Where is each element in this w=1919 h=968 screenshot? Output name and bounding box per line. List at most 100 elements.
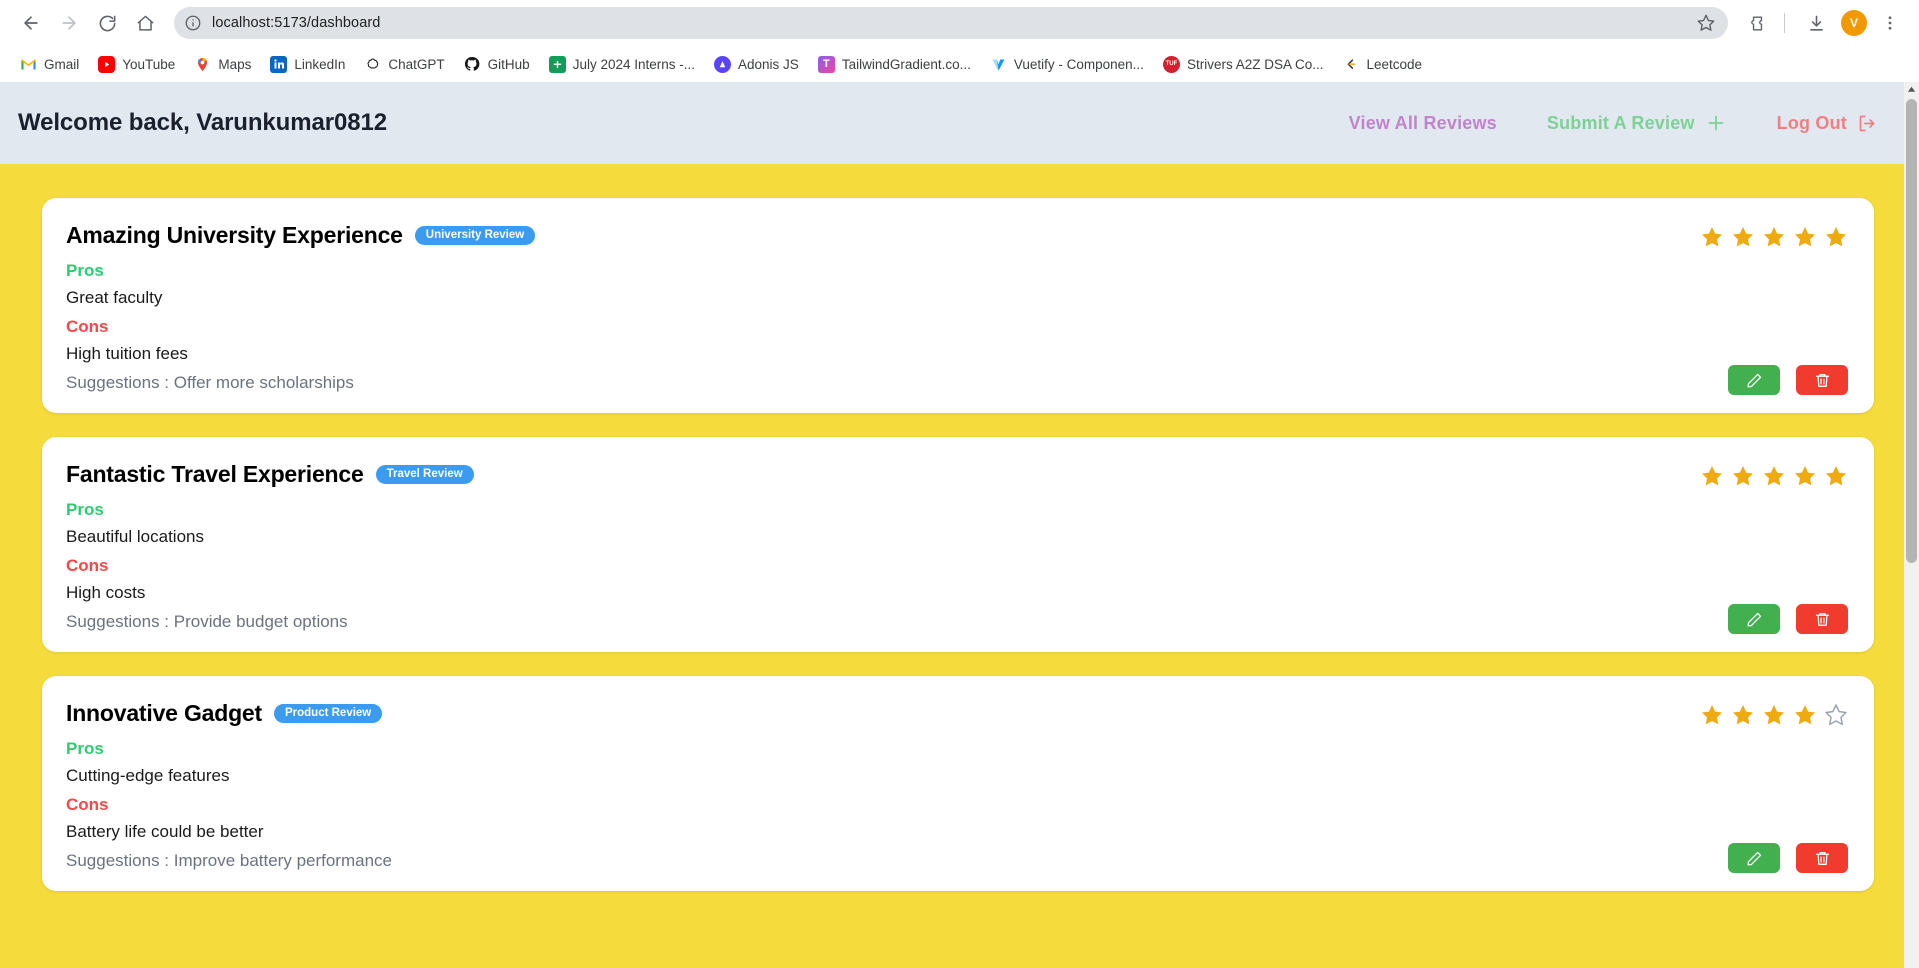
back-button[interactable] — [14, 6, 48, 40]
pros-text: Beautiful locations — [66, 527, 204, 546]
home-button[interactable] — [128, 6, 162, 40]
logout-label: Log Out — [1776, 112, 1847, 133]
google-sheets-icon — [548, 55, 566, 73]
bookmark-maps[interactable]: Maps — [186, 52, 259, 77]
gmail-icon — [20, 55, 37, 73]
star-filled-icon — [1700, 703, 1724, 727]
star-filled-icon — [1731, 225, 1755, 249]
bookmark-label: GitHub — [487, 56, 530, 72]
bookmark-strivers-a2z-dsa[interactable]: TUF Strivers A2Z DSA Co... — [1155, 52, 1332, 77]
bookmark-label: LinkedIn — [294, 56, 346, 72]
bookmark-tailwindgradient[interactable]: T TailwindGradient.co... — [810, 52, 979, 77]
review-card: Amazing University Experience University… — [42, 198, 1874, 413]
rating-stars — [1700, 222, 1848, 249]
page-content: Welcome back, Varunkumar0812 View All Re… — [0, 82, 1904, 891]
bookmark-gmail[interactable]: Gmail — [12, 52, 87, 77]
star-filled-icon — [1731, 464, 1755, 488]
card-header: Fantastic Travel Experience Travel Revie… — [66, 461, 1848, 488]
bookmark-github[interactable]: GitHub — [456, 52, 538, 77]
view-all-reviews-label: View All Reviews — [1348, 112, 1497, 133]
edit-review-button[interactable] — [1728, 843, 1780, 873]
forward-button[interactable] — [52, 6, 86, 40]
vuetify-icon — [989, 55, 1007, 73]
bookmark-star-icon[interactable] — [1696, 13, 1716, 33]
extensions-icon[interactable] — [1742, 8, 1772, 38]
pros-label: Pros — [66, 739, 104, 758]
three-dot-menu-icon[interactable] — [1875, 8, 1905, 38]
plus-icon — [1705, 112, 1727, 134]
scrollbar-thumb[interactable] — [1906, 99, 1917, 563]
star-filled-icon — [1793, 225, 1817, 249]
bookmark-july-2024-interns[interactable]: July 2024 Interns -... — [541, 52, 703, 77]
bookmark-label: TailwindGradient.co... — [841, 56, 971, 72]
delete-review-button[interactable] — [1796, 365, 1848, 395]
bookmarks-bar: Gmail YouTube Maps LinkedIn ChatGPT GitH… — [0, 46, 1919, 82]
review-title: Innovative Gadget — [66, 700, 262, 726]
edit-review-button[interactable] — [1728, 604, 1780, 634]
youtube-icon — [98, 55, 116, 73]
review-title: Fantastic Travel Experience — [66, 461, 364, 487]
logout-arrow-icon — [1857, 113, 1878, 134]
bookmark-leetcode[interactable]: Leetcode — [1335, 52, 1431, 77]
card-actions — [1728, 843, 1848, 873]
bookmark-label: Maps — [218, 56, 252, 72]
review-category-badge: Product Review — [273, 703, 383, 724]
cons-label: Cons — [66, 317, 109, 336]
page-title: Welcome back, Varunkumar0812 — [18, 109, 387, 136]
star-filled-icon — [1700, 225, 1724, 249]
adonisjs-icon — [714, 55, 732, 73]
header-navigation: View All Reviews Submit A Review Log Out — [1349, 112, 1878, 134]
star-filled-icon — [1793, 464, 1817, 488]
star-filled-icon — [1700, 464, 1724, 488]
page-scrollbar[interactable] — [1904, 82, 1919, 968]
suggestion-text: Suggestions : Improve battery performanc… — [66, 851, 392, 870]
submit-review-link[interactable]: Submit A Review — [1547, 112, 1727, 134]
delete-review-button[interactable] — [1796, 843, 1848, 873]
cons-text: High tuition fees — [66, 344, 188, 363]
address-bar-url[interactable]: localhost:5173/dashboard — [212, 15, 1696, 31]
star-filled-icon — [1731, 703, 1755, 727]
github-icon — [463, 55, 481, 73]
bookmark-label: July 2024 Interns -... — [572, 56, 696, 72]
scroll-up-arrow-icon[interactable] — [1904, 82, 1919, 97]
card-title-row: Fantastic Travel Experience Travel Revie… — [66, 461, 474, 488]
logout-link[interactable]: Log Out — [1777, 113, 1878, 134]
info-circle-icon[interactable] — [184, 14, 202, 32]
delete-review-button[interactable] — [1796, 604, 1848, 634]
app-header: Welcome back, Varunkumar0812 View All Re… — [0, 82, 1904, 164]
star-filled-icon — [1762, 225, 1786, 249]
reload-button[interactable] — [90, 6, 124, 40]
cons-label: Cons — [66, 795, 109, 814]
bookmark-label: Gmail — [44, 56, 80, 72]
bookmark-label: Vuetify - Componen... — [1013, 56, 1144, 72]
card-title-row: Amazing University Experience University… — [66, 222, 536, 249]
bookmark-linkedin[interactable]: LinkedIn — [262, 52, 353, 77]
chatgpt-icon — [364, 55, 382, 73]
pencil-icon — [1746, 611, 1763, 628]
bookmark-vuetify[interactable]: Vuetify - Componen... — [982, 52, 1152, 77]
submit-review-label: Submit A Review — [1546, 112, 1695, 133]
star-filled-icon — [1824, 225, 1848, 249]
view-all-reviews-link[interactable]: View All Reviews — [1349, 113, 1497, 134]
card-actions — [1728, 365, 1848, 395]
page-viewport: Welcome back, Varunkumar0812 View All Re… — [0, 82, 1919, 968]
edit-review-button[interactable] — [1728, 365, 1780, 395]
bookmark-adonis-js[interactable]: Adonis JS — [706, 52, 807, 77]
reviews-list: Amazing University Experience University… — [0, 164, 1904, 891]
cons-label: Cons — [66, 556, 109, 575]
bookmark-chatgpt[interactable]: ChatGPT — [356, 52, 452, 77]
toolbar-divider — [1784, 13, 1785, 33]
card-header: Innovative Gadget Product Review — [66, 700, 1848, 727]
suggestion-text: Suggestions : Offer more scholarships — [66, 373, 354, 392]
takeuforward-icon: TUF — [1162, 55, 1180, 73]
bookmark-youtube[interactable]: YouTube — [90, 52, 183, 77]
suggestion-text: Suggestions : Provide budget options — [66, 612, 348, 631]
download-icon[interactable] — [1801, 8, 1831, 38]
card-header: Amazing University Experience University… — [66, 222, 1848, 249]
address-bar[interactable]: localhost:5173/dashboard — [174, 7, 1728, 39]
star-filled-icon — [1824, 464, 1848, 488]
star-outline-icon — [1824, 703, 1848, 727]
pros-label: Pros — [66, 261, 104, 280]
profile-avatar[interactable]: V — [1841, 10, 1867, 36]
review-card: Innovative Gadget Product Review Pros Cu… — [42, 676, 1874, 891]
